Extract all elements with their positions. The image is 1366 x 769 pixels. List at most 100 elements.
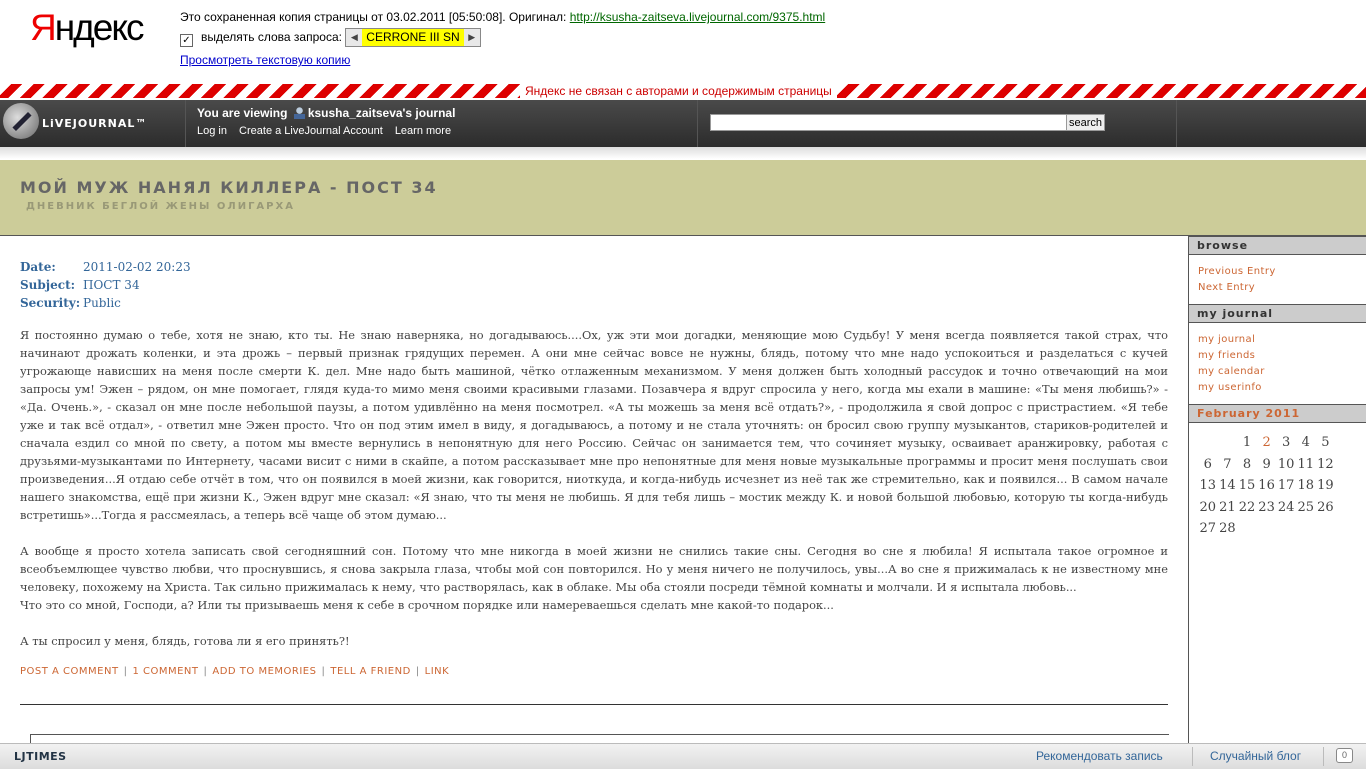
calendar-day-link[interactable]: 2 [1257,435,1277,450]
calendar-week: 6 7 8 9 10 11 12 [1198,454,1366,476]
livejournal-logo[interactable]: LiVEJOURNAL™ [0,100,186,147]
search-button[interactable]: search [1066,114,1106,131]
calendar-day: 3 [1282,435,1291,451]
cache-info: Это сохраненная копия страницы от 03.02.… [180,8,825,71]
prev-word-button[interactable]: ◀ [346,29,363,47]
action-separator: | [415,666,420,677]
login-link[interactable]: Log in [197,125,227,137]
livejournal-logo-text: LiVEJOURNAL™ [42,117,148,130]
search-area: search [697,100,1177,147]
original-url-link[interactable]: http://ksusha-zaitseva.livejournal.com/9… [570,10,825,24]
next-word-button[interactable]: ▶ [463,29,480,47]
highlight-label: выделять слова запроса: [201,30,342,44]
permalink-link[interactable]: LINK [425,666,450,677]
calendar-day: 16 [1258,478,1275,494]
my-calendar-link[interactable]: my calendar [1198,364,1366,380]
viewing-suffix: 's journal [402,106,456,120]
previous-entry-link[interactable]: Previous Entry [1198,264,1366,280]
next-entry-link[interactable]: Next Entry [1198,280,1366,296]
calendar-day: 11 [1297,456,1315,472]
query-word-navigator: ◀ CERRONE III SN ▶ [345,28,481,48]
calendar-day: 25 [1297,499,1315,515]
search-input[interactable] [710,114,1068,131]
add-to-memories-link[interactable]: ADD TO MEMORIES [212,666,316,677]
calendar-week: 13 14 15 16 17 18 19 [1198,475,1366,497]
journal-subtitle: ДНЕВНИК БЕГЛОЙ ЖЕНЫ ОЛИГАРХА [26,201,295,212]
ljtimes-logo[interactable]: LJTIMES [14,750,67,763]
calendar-day: 19 [1317,478,1334,494]
post-comment-link[interactable]: POST A COMMENT [20,666,119,677]
calendar-grid: 1 2 3 4 5 6 7 8 9 10 11 12 13 14 15 16 17 18 19 20 21 22 23 24 2… [1189,423,1366,540]
entry-meta: Date: 2011-02-02 20:23 Subject: ПОСТ 34 Se… [20,258,1168,312]
my-userinfo-link[interactable]: my userinfo [1198,380,1366,396]
calendar-day: 1 [1242,435,1252,451]
entry-divider [20,704,1168,705]
calendar-day: 9 [1262,456,1271,472]
calendar-day: 6 [1203,456,1212,472]
entry-paragraph: А вообще я просто хотела записать свой с… [20,544,1168,612]
entry-date: 2011-02-02 20:23 [83,260,191,274]
journal-title: МОЙ МУЖ НАНЯЛ КИЛЛЕРА - ПОСТ 34 [20,178,438,197]
query-word-highlight: CERRONE III SN [362,29,464,47]
sidebar: browse Previous Entry Next Entry my jour… [1188,236,1366,756]
action-separator: | [321,666,326,677]
learn-more-link[interactable]: Learn more [395,125,451,137]
calendar-day: 27 [1199,521,1217,537]
create-account-link[interactable]: Create a LiveJournal Account [239,125,383,137]
calendar-day: 13 [1199,478,1217,494]
journal-username[interactable]: ksusha_zaitseva [308,106,403,120]
calendar-day: 15 [1238,478,1256,494]
calendar-day: 17 [1277,478,1295,494]
calendar-day: 22 [1238,499,1256,515]
entry-actions: POST A COMMENT | 1 COMMENT | ADD TO MEMORIES… [20,666,1168,677]
comment-bubble-icon[interactable]: 0 [1336,748,1353,763]
calendar-day: 8 [1242,456,1252,472]
disclaimer-stripe: Яндекс не связан с авторами и содержимым… [0,84,1366,98]
calendar-day: 24 [1277,499,1295,515]
action-separator: | [203,666,208,677]
yandex-logo-rest: ндекс [54,7,145,48]
calendar-week: 12345 [1198,432,1366,454]
entry-paragraph: А ты спросил у меня, блядь, готова ли я … [20,634,350,648]
calendar-week: 20 21 22 23 24 25 26 [1198,497,1366,519]
calendar-day: 4 [1301,435,1310,451]
ljtimes-divider [1192,747,1193,766]
calendar-day: 21 [1219,499,1236,515]
browse-heading: browse [1189,236,1366,255]
livejournal-bar: LiVEJOURNAL™ You are viewing ksusha_zait… [0,100,1366,159]
entry-subject: ПОСТ 34 [83,278,140,292]
my-journal-link[interactable]: my journal [1198,332,1366,348]
entry: Date: 2011-02-02 20:23 Subject: ПОСТ 34 Se… [20,258,1168,677]
calendar-heading[interactable]: February 2011 [1189,404,1366,423]
calendar-day: 7 [1223,456,1232,472]
user-icon[interactable] [293,107,305,119]
disclaimer-text: Яндекс не связан с авторами и содержимым… [520,84,837,98]
tell-a-friend-link[interactable]: TELL A FRIEND [330,666,410,677]
my-friends-link[interactable]: my friends [1198,348,1366,364]
calendar-day: 20 [1199,499,1217,515]
viewing-prefix: You are viewing [197,106,288,120]
calendar-day: 5 [1321,435,1330,451]
calendar-day: 23 [1258,499,1275,515]
highlight-checkbox[interactable]: ✓ [180,34,193,47]
entry-body: Я постоянно думаю о тебе, хотя не знаю, … [20,326,1168,650]
calendar-day: 26 [1317,499,1334,515]
ljtimes-divider [1323,747,1324,766]
yandex-cache-header: Яндекс Это сохраненная копия страницы от… [0,0,1366,84]
calendar-week: 27 28 [1198,518,1366,540]
livejournal-pen-icon [3,103,39,139]
entry-security: Public [83,296,121,310]
action-separator: | [123,666,128,677]
my-journal-heading: my journal [1189,304,1366,323]
recommend-entry-link[interactable]: Рекомендовать запись [1036,749,1163,763]
viewing-info: You are viewing ksusha_zaitseva's journa… [197,106,460,137]
calendar-day: 10 [1277,456,1295,472]
comments-count-link[interactable]: 1 COMMENT [132,666,198,677]
browse-links: Previous Entry Next Entry [1189,255,1366,304]
yandex-logo-ya: Я [30,7,57,48]
yandex-logo[interactable]: Яндекс [30,6,145,50]
text-copy-link[interactable]: Просмотреть текстовую копию [180,53,350,67]
calendar-day: 14 [1219,478,1236,494]
ljtimes-bar: LJTIMES Рекомендовать запись Случайный б… [0,743,1366,769]
random-blog-link[interactable]: Случайный блог [1210,749,1301,763]
